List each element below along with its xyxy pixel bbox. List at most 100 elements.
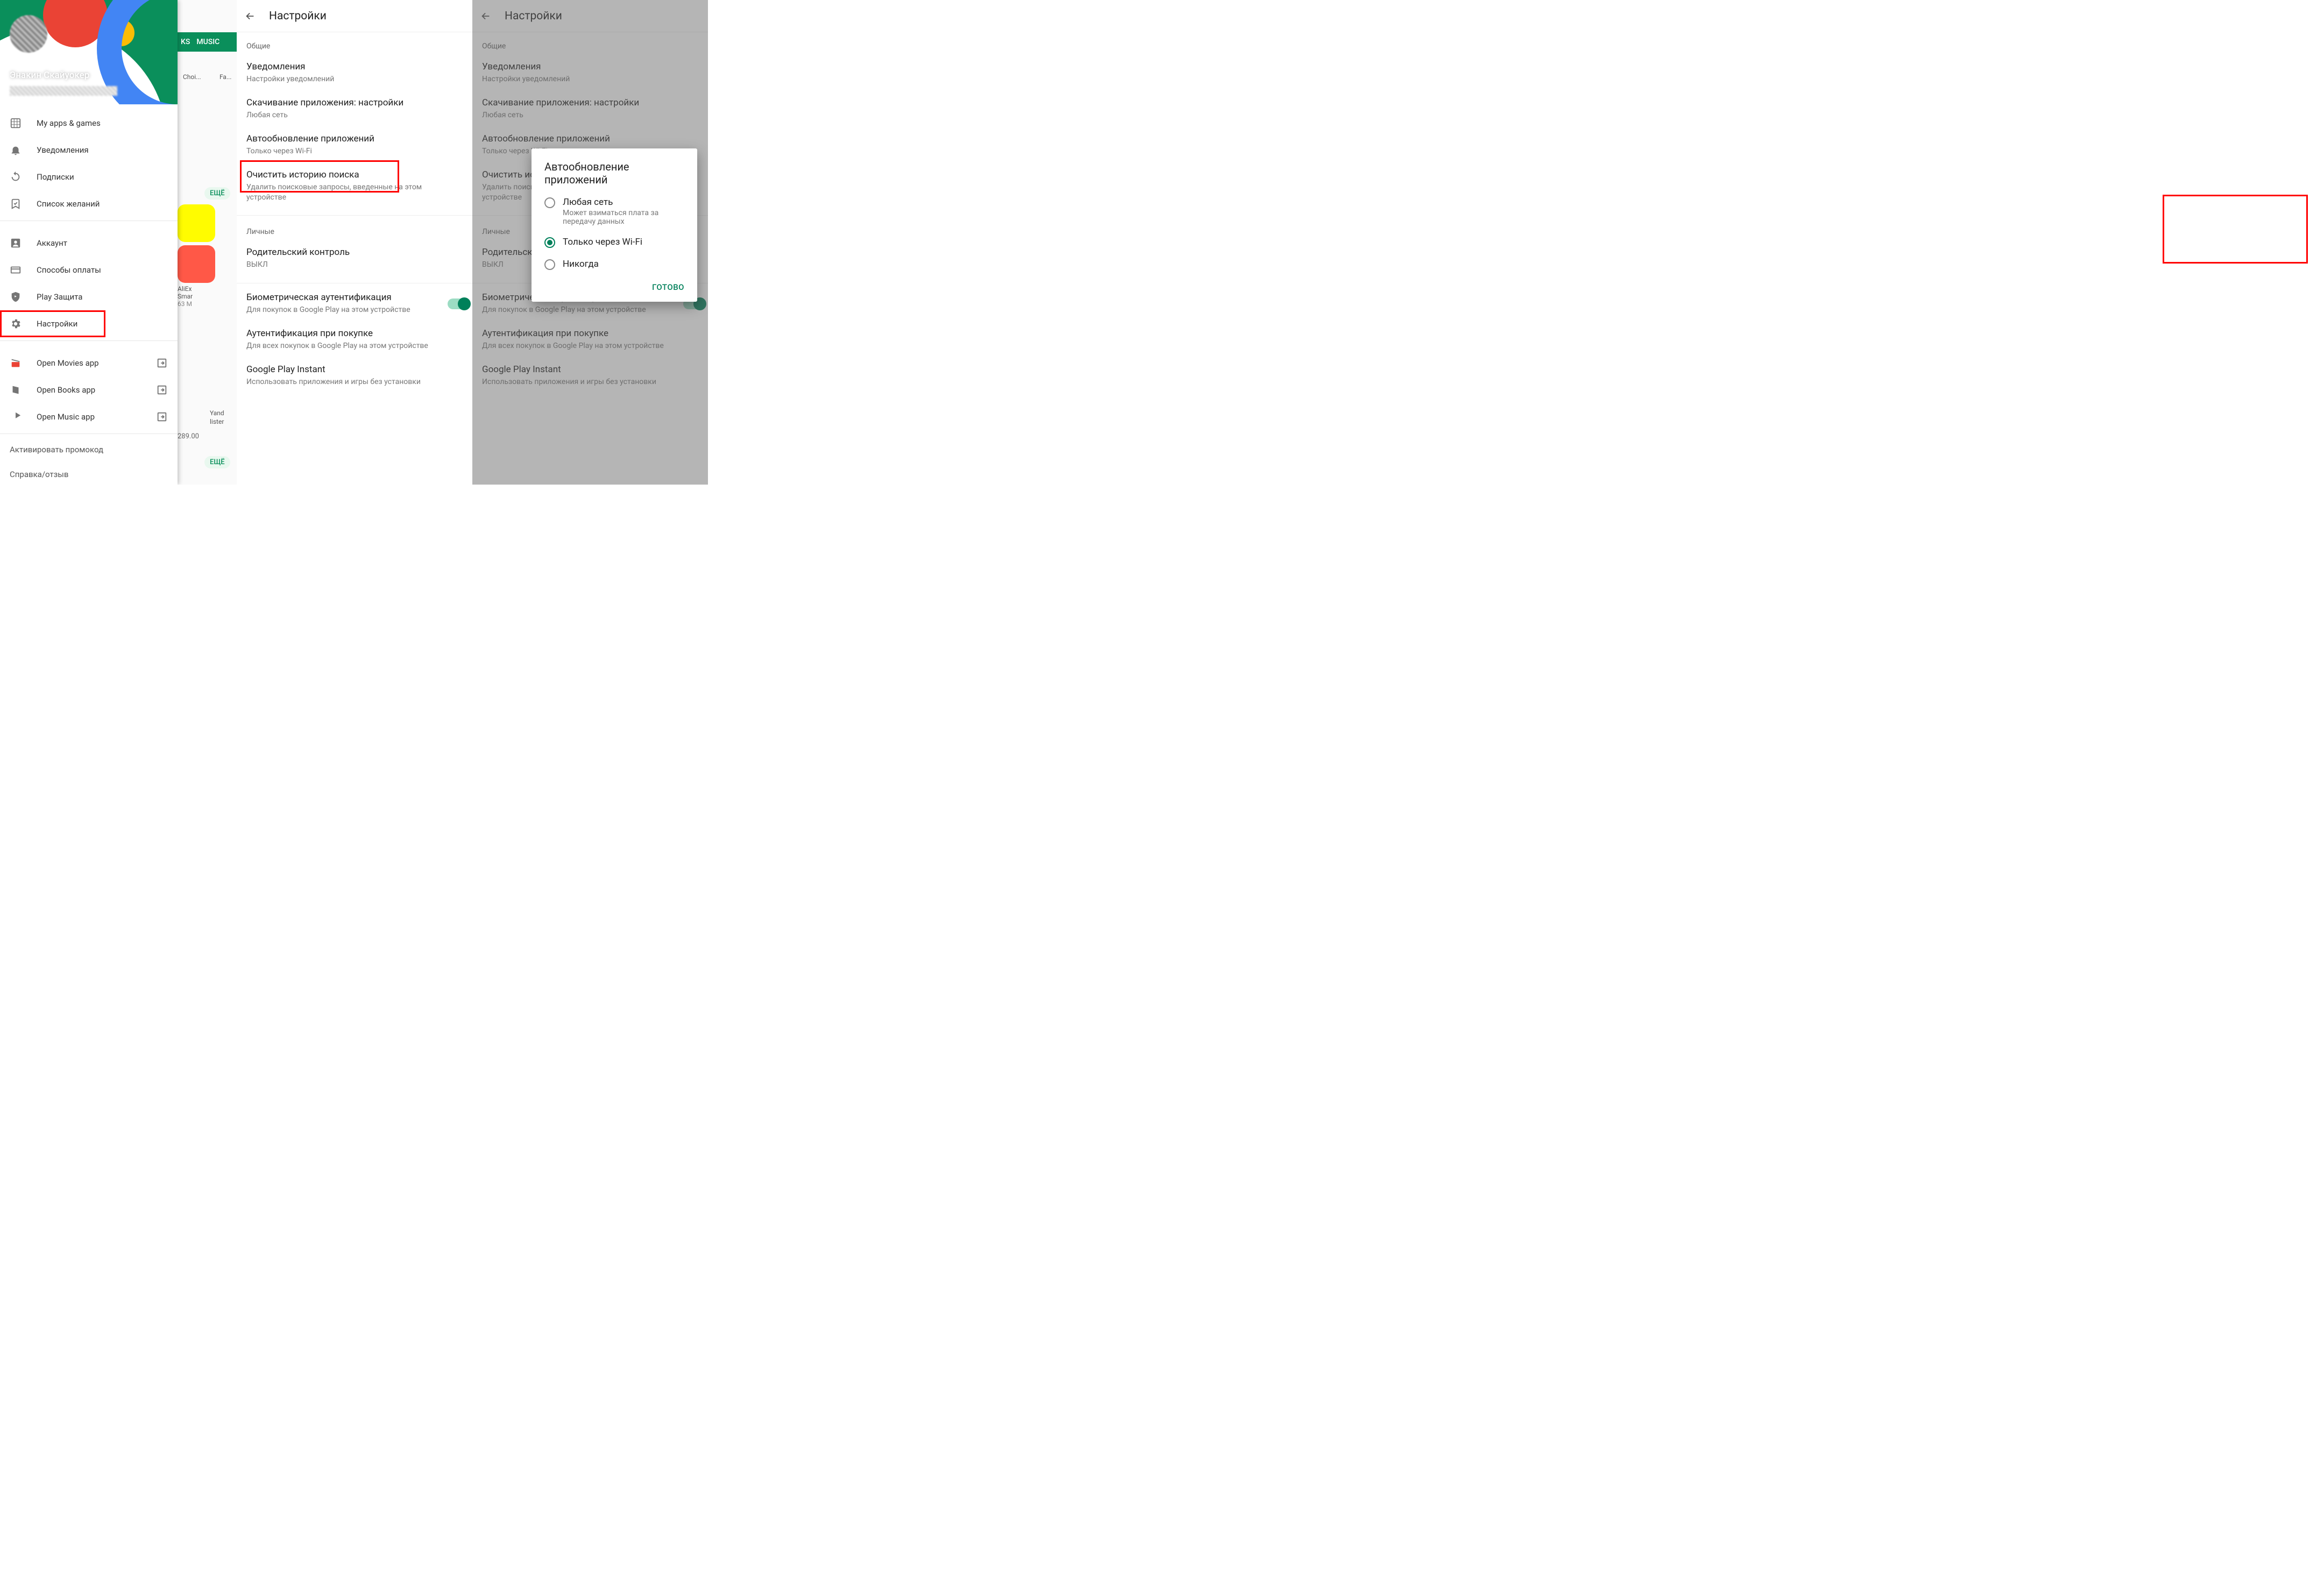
gear-icon bbox=[10, 318, 22, 330]
bookmark-icon bbox=[10, 198, 22, 210]
drawer-item-open-music[interactable]: Open Music app bbox=[0, 403, 178, 430]
apps-icon bbox=[10, 117, 22, 129]
section-label-personal: Личные bbox=[237, 218, 472, 240]
radio-sublabel: Может взиматься плата за передачу данных bbox=[563, 209, 684, 226]
more-chip[interactable]: ЕЩЁ bbox=[204, 456, 230, 468]
drawer-item-payment[interactable]: Способы оплаты bbox=[0, 257, 178, 283]
setting-title: Очистить историю поиска bbox=[246, 169, 463, 180]
radio-icon bbox=[544, 259, 555, 270]
divider bbox=[237, 215, 472, 216]
setting-title: Автообновление приложений bbox=[246, 133, 463, 144]
setting-subtitle: Удалить поисковые запросы, введенные на … bbox=[246, 182, 463, 203]
app-icon bbox=[178, 245, 215, 283]
setting-title: Аутентификация при покупке bbox=[246, 328, 463, 339]
drawer-item-label: Аккаунт bbox=[37, 238, 67, 248]
card-icon bbox=[10, 264, 22, 276]
drawer-item-account[interactable]: Аккаунт bbox=[0, 230, 178, 257]
drawer-item-play-protect[interactable]: Play Защита bbox=[0, 283, 178, 310]
radio-option-any-network[interactable]: Любая сеть Может взиматься плата за пере… bbox=[534, 191, 695, 231]
drawer-item-promo[interactable]: Активировать промокод bbox=[0, 437, 178, 462]
toggle-switch[interactable] bbox=[448, 298, 469, 309]
setting-subtitle: ВЫКЛ bbox=[246, 260, 463, 270]
radio-option-wifi-only[interactable]: Только через Wi-Fi bbox=[534, 231, 695, 253]
navigation-drawer: Энакин Скайуокер My apps & games Уведомл… bbox=[0, 0, 178, 485]
shield-icon bbox=[10, 291, 22, 303]
store-tab[interactable]: KS bbox=[178, 32, 193, 52]
drawer-section-apps: Open Movies app Open Books app Open Musi… bbox=[0, 344, 178, 430]
page-title: Настройки bbox=[269, 10, 327, 23]
drawer-section-main: My apps & games Уведомления Подписки Спи… bbox=[0, 104, 178, 217]
drawer-item-label: Подписки bbox=[37, 172, 74, 182]
annotation-highlight bbox=[2163, 195, 2308, 264]
setting-subtitle: Для всех покупок в Google Play на этом у… bbox=[246, 341, 463, 351]
setting-title: Google Play Instant bbox=[246, 364, 463, 375]
drawer-item-label: Список желаний bbox=[37, 199, 100, 209]
app-tile[interactable] bbox=[178, 204, 237, 242]
drawer-item-label: Open Movies app bbox=[37, 358, 99, 368]
app-name: Yand bbox=[210, 409, 224, 417]
app-name: AliEx bbox=[178, 285, 237, 293]
dialog-actions: ГОТОВО bbox=[534, 275, 695, 297]
drawer-item-settings[interactable]: Настройки bbox=[0, 310, 105, 337]
setting-biometric[interactable]: Биометрическая аутентификация Для покупо… bbox=[237, 286, 472, 322]
setting-subtitle: Настройки уведомлений bbox=[246, 74, 463, 84]
drawer-item-label: Open Books app bbox=[37, 385, 95, 395]
setting-subtitle: Только через Wi-Fi bbox=[246, 146, 463, 157]
more-chip[interactable]: ЕЩЁ bbox=[204, 187, 230, 200]
app-sub: Smar bbox=[178, 293, 237, 300]
store-tab[interactable]: MUSIC bbox=[193, 32, 223, 52]
back-arrow-icon[interactable] bbox=[244, 10, 256, 22]
setting-subtitle: Для покупок в Google Play на этом устрой… bbox=[246, 305, 463, 315]
done-button[interactable]: ГОТОВО bbox=[652, 282, 684, 292]
app-tile[interactable]: AliEx Smar 63 M bbox=[178, 245, 237, 308]
drawer-section-account: Аккаунт Способы оплаты Play Защита Настр… bbox=[0, 224, 178, 337]
radio-icon bbox=[544, 237, 555, 248]
drawer-item-label: Способы оплаты bbox=[37, 265, 101, 275]
movies-icon bbox=[10, 357, 22, 369]
drawer-item-label: Play Защита bbox=[37, 292, 82, 302]
setting-purchase-auth[interactable]: Аутентификация при покупке Для всех поку… bbox=[237, 322, 472, 358]
setting-parental[interactable]: Родительский контроль ВЫКЛ bbox=[237, 240, 472, 276]
avatar[interactable] bbox=[10, 15, 47, 53]
drawer-item-subscriptions[interactable]: Подписки bbox=[0, 164, 178, 190]
drawer-item-label: Уведомления bbox=[37, 145, 89, 155]
screenshot-drawer: KS MUSIC Choi... Fa... ЕЩЁ AliEx Smar 63… bbox=[0, 0, 237, 485]
store-group-label: Choi... bbox=[183, 73, 201, 81]
screenshot-dialog: Настройки Общие Уведомления Настройки ув… bbox=[472, 0, 708, 485]
drawer-item-open-movies[interactable]: Open Movies app bbox=[0, 350, 178, 376]
divider bbox=[0, 340, 178, 341]
setting-clear-history[interactable]: Очистить историю поиска Удалить поисковы… bbox=[237, 163, 472, 209]
setting-title: Родительский контроль bbox=[246, 247, 463, 258]
app-icon bbox=[178, 204, 215, 242]
drawer-item-label: My apps & games bbox=[37, 118, 101, 128]
radio-option-never[interactable]: Никогда bbox=[534, 253, 695, 275]
setting-notifications[interactable]: Уведомления Настройки уведомлений bbox=[237, 55, 472, 91]
drawer-item-wishlist[interactable]: Список желаний bbox=[0, 190, 178, 217]
settings-header: Настройки bbox=[237, 0, 472, 32]
drawer-item-label: Open Music app bbox=[37, 412, 95, 422]
bell-icon bbox=[10, 144, 22, 156]
open-external-icon bbox=[156, 357, 168, 369]
open-external-icon bbox=[156, 411, 168, 423]
app-size: 63 M bbox=[178, 300, 237, 308]
drawer-item-open-books[interactable]: Open Books app bbox=[0, 376, 178, 403]
setting-title: Биометрическая аутентификация bbox=[246, 292, 463, 303]
radio-icon bbox=[544, 197, 555, 208]
dialog-title: Автообновление приложений bbox=[534, 160, 695, 191]
screenshot-settings: Настройки Общие Уведомления Настройки ув… bbox=[237, 0, 472, 485]
setting-subtitle: Любая сеть bbox=[246, 110, 463, 120]
account-icon bbox=[10, 237, 22, 249]
app-sub: lister bbox=[210, 418, 224, 425]
drawer-item-notifications[interactable]: Уведомления bbox=[0, 137, 178, 164]
radio-label: Никогда bbox=[563, 259, 599, 269]
profile-name: Энакин Скайуокер bbox=[10, 70, 89, 81]
radio-label: Любая сеть bbox=[563, 197, 684, 208]
setting-download-pref[interactable]: Скачивание приложения: настройки Любая с… bbox=[237, 91, 472, 127]
drawer-item-my-apps[interactable]: My apps & games bbox=[0, 110, 178, 137]
drawer-item-help[interactable]: Справка/отзыв bbox=[0, 462, 178, 485]
divider bbox=[0, 433, 178, 434]
setting-play-instant[interactable]: Google Play Instant Использовать приложе… bbox=[237, 358, 472, 394]
section-label-general: Общие bbox=[237, 32, 472, 55]
setting-title: Скачивание приложения: настройки bbox=[246, 97, 463, 108]
setting-auto-update[interactable]: Автообновление приложений Только через W… bbox=[237, 127, 472, 163]
